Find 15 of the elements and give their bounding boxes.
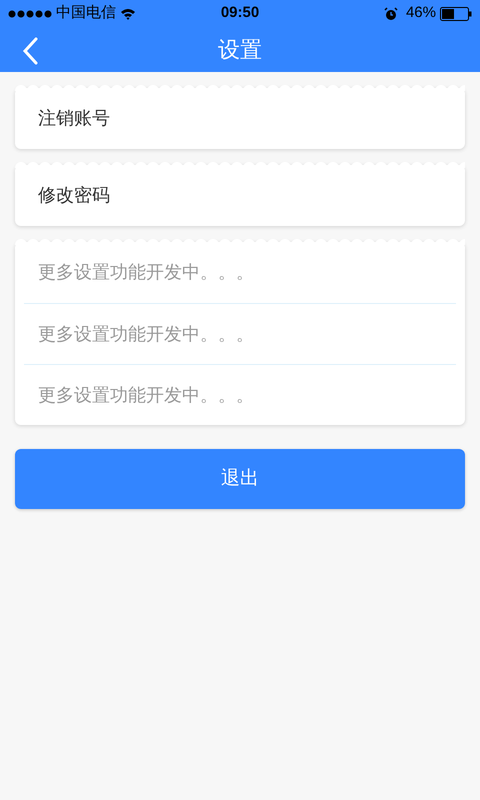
settings-item[interactable]: 注销账号: [24, 88, 456, 149]
wifi-icon: [120, 8, 136, 20]
settings-item: 更多设置功能开发中。。。: [24, 303, 456, 364]
settings-item[interactable]: 修改密码: [24, 165, 456, 226]
alarm-clock-icon: [384, 6, 398, 20]
status-time: 09:50: [220, 3, 260, 24]
settings-item: 更多设置功能开发中。。。: [37, 261, 255, 284]
carrier-name: 中国电信: [56, 3, 116, 24]
battery-icon: [440, 6, 472, 20]
page-title: 设置: [218, 36, 262, 64]
back-icon: [22, 37, 38, 65]
signal-icon: [8, 10, 52, 18]
battery-percent: 46%: [406, 3, 436, 24]
logout-button[interactable]: 退出: [15, 449, 465, 509]
settings-item: 更多设置功能开发中。。。: [24, 364, 456, 425]
